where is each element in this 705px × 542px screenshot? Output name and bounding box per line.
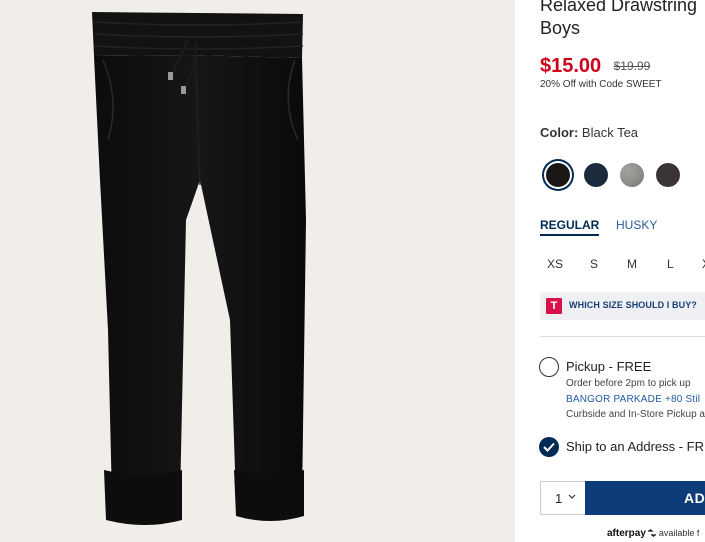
pickup-radio[interactable] xyxy=(539,357,559,377)
size-option-m[interactable]: M xyxy=(627,257,637,271)
color-swatch-black[interactable] xyxy=(546,163,570,187)
black-jogger-pants-image xyxy=(92,12,306,525)
quantity-value: 1 xyxy=(555,491,563,506)
pickup-note: Curbside and In-Store Pickup a xyxy=(566,409,705,420)
size-help-button[interactable]: T WHICH SIZE SHOULD I BUY? xyxy=(540,292,705,320)
tab-regular[interactable]: REGULAR xyxy=(540,218,600,236)
color-label: Color: xyxy=(540,125,579,140)
size-help-icon: T xyxy=(546,298,562,314)
ship-radio[interactable] xyxy=(539,437,559,457)
product-title-line1: Relaxed Drawstring xyxy=(540,0,698,15)
color-label-row: Color: Black Tea xyxy=(540,125,638,140)
color-swatch-heather-grey[interactable] xyxy=(620,163,644,187)
size-option-l[interactable]: L xyxy=(667,257,674,271)
afterpay-logo: afterpay xyxy=(607,528,646,539)
afterpay-arrows-icon xyxy=(647,529,656,537)
product-title: Relaxed Drawstring Boys xyxy=(540,0,705,40)
pickup-info: Order before 2pm to pick up xyxy=(566,378,691,389)
add-to-bag-button[interactable]: AD xyxy=(585,481,705,515)
promo-text: 20% Off with Code SWEET xyxy=(540,79,662,90)
ship-label: Ship to an Address - FR xyxy=(566,439,705,454)
tab-husky[interactable]: HUSKY xyxy=(616,218,657,232)
pickup-store-link[interactable]: BANGOR PARKADE +80 Stil xyxy=(566,394,700,405)
size-help-label: WHICH SIZE SHOULD I BUY? xyxy=(569,300,697,310)
selected-color-name: Black Tea xyxy=(581,125,639,140)
sale-price: $15.00 xyxy=(540,55,602,77)
quantity-select[interactable]: 1 xyxy=(540,481,586,515)
afterpay-text: available f xyxy=(658,528,700,538)
color-swatch-charcoal[interactable] xyxy=(656,163,680,187)
product-details-panel: Relaxed Drawstring Boys $15.00 $19.99 20… xyxy=(515,0,705,542)
product-image[interactable] xyxy=(0,0,515,542)
size-option-xs[interactable]: XS xyxy=(547,257,563,271)
price-row: $15.00 $19.99 xyxy=(540,55,650,78)
chevron-down-icon xyxy=(568,494,576,499)
divider xyxy=(540,336,705,337)
afterpay-row: afterpay available f xyxy=(607,528,699,539)
check-icon xyxy=(543,442,555,452)
size-option-s[interactable]: S xyxy=(590,257,598,271)
color-swatch-navy[interactable] xyxy=(584,163,608,187)
pickup-label: Pickup - FREE xyxy=(566,359,652,374)
original-price: $19.99 xyxy=(613,59,651,73)
add-to-bag-label: AD xyxy=(684,490,705,506)
product-title-line2: Boys xyxy=(540,18,581,38)
